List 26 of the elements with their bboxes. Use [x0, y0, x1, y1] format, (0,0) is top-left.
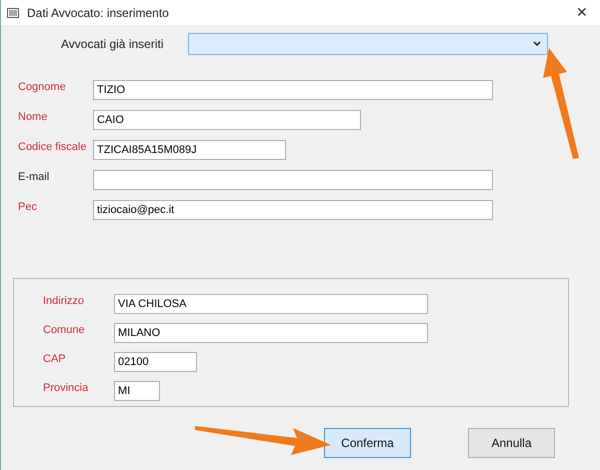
field-label: CAP [43, 352, 67, 367]
field-label: Indirizzo [43, 294, 85, 309]
field-label: Codice fiscale [18, 140, 88, 155]
text-field[interactable]: VIA CHILOSA [114, 294, 428, 314]
text-field[interactable]: CAIO [93, 110, 361, 130]
field-label: Comune [43, 322, 86, 338]
lawyer-dropdown[interactable] [188, 33, 548, 55]
chevron-down-icon [533, 41, 541, 47]
field-label: E-mail [18, 170, 50, 185]
field-label: Pec [18, 200, 38, 215]
dialog-button[interactable]: Conferma [324, 428, 411, 458]
text-field[interactable]: tiziocaio@pec.it [93, 200, 493, 220]
field-label: Nome [18, 110, 48, 125]
lookup-label: Avvocati già inseriti [61, 36, 164, 53]
field-label: Provincia [43, 380, 90, 396]
text-field[interactable]: TIZIO [93, 80, 493, 100]
text-field[interactable]: MI [114, 381, 160, 401]
dialog-button[interactable]: Annulla [468, 428, 555, 458]
text-field[interactable]: 02100 [114, 352, 197, 372]
text-field[interactable]: MILANO [114, 323, 428, 343]
field-label: Cognome [18, 80, 67, 95]
close-button[interactable]: ✕ [576, 2, 588, 23]
app-icon [7, 8, 19, 18]
window-title: Dati Avvocato: inserimento [27, 4, 169, 22]
text-field[interactable]: TZICAI85A15M089J [93, 140, 286, 160]
text-field[interactable] [93, 170, 493, 190]
